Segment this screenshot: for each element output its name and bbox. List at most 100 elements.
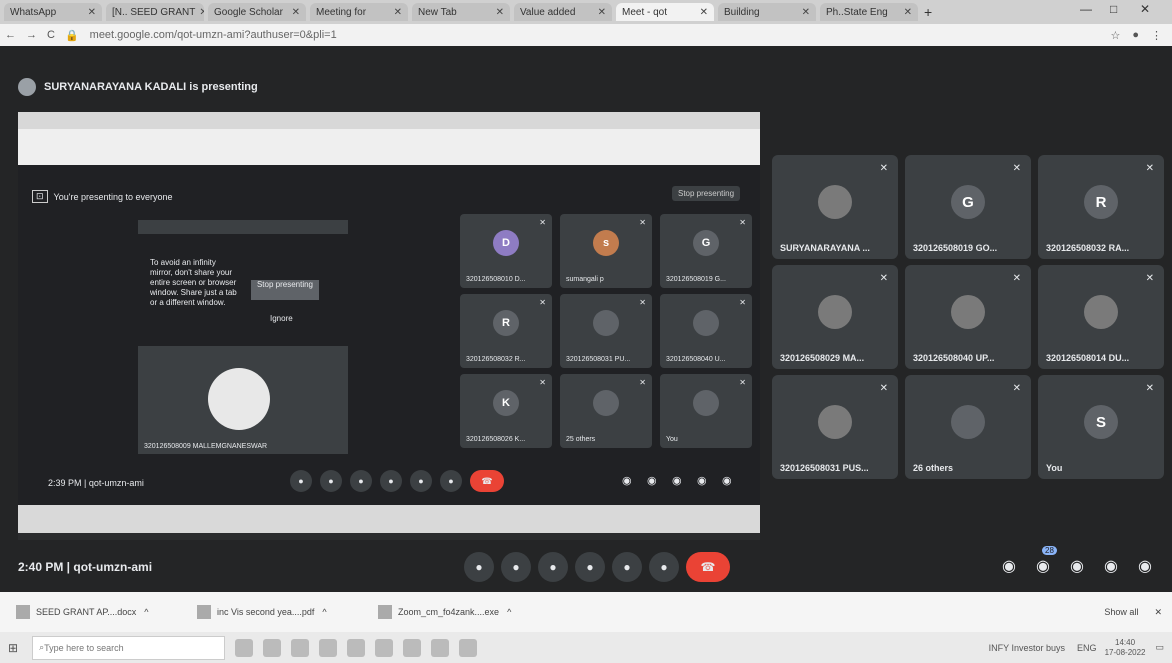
star-icon[interactable]: ☆ — [1110, 29, 1120, 42]
close-tab-icon[interactable]: ✕ — [696, 7, 708, 18]
close-tab-icon[interactable]: ✕ — [594, 7, 606, 18]
close-tab-icon[interactable]: ✕ — [84, 7, 96, 18]
captions-icon[interactable]: ● — [538, 552, 568, 582]
close-icon[interactable]: ✕ — [1154, 607, 1162, 618]
app-icon[interactable] — [347, 638, 366, 657]
captions-icon[interactable]: ● — [350, 470, 372, 492]
app-icon[interactable] — [235, 638, 254, 657]
participant-tile[interactable]: 320126508040 U... ✕ — [660, 294, 752, 368]
close-window-button[interactable]: ✕ — [1140, 2, 1150, 16]
news-widget[interactable]: INFY Investor buys — [989, 643, 1065, 653]
chat-icon[interactable]: ◉ — [672, 474, 682, 487]
app-icon[interactable] — [375, 638, 394, 657]
participant-tile[interactable]: R 320126508032 R... ✕ — [460, 294, 552, 368]
activities-icon[interactable]: ◉ — [697, 474, 707, 487]
end-call-icon[interactable]: ☎ — [470, 470, 504, 492]
participant-tile[interactable]: 25 others ✕ — [560, 374, 652, 448]
new-tab-button[interactable]: + — [924, 4, 932, 20]
mic-off-icon[interactable]: ● — [464, 552, 494, 582]
download-item[interactable]: inc Vis second yea....pdf ^ — [197, 605, 362, 619]
mic-off-icon: ✕ — [879, 163, 888, 174]
people-icon[interactable]: ◉ — [647, 474, 657, 487]
clock[interactable]: 14:40 17-08-2022 — [1105, 638, 1146, 658]
forward-icon[interactable]: → — [26, 29, 37, 41]
ignore-button[interactable]: Ignore — [270, 314, 293, 323]
reload-icon[interactable]: C — [47, 29, 55, 41]
participant-tile[interactable]: S You ✕ — [1038, 375, 1164, 479]
camera-icon[interactable]: ● — [320, 470, 342, 492]
hand-icon[interactable]: ● — [380, 470, 402, 492]
close-tab-icon[interactable]: ✕ — [492, 7, 504, 18]
participant-tile[interactable]: G 320126508019 G... ✕ — [660, 214, 752, 288]
download-item[interactable]: SEED GRANT AP....docx ^ — [16, 605, 181, 619]
browser-tab[interactable]: Value added ✕ — [514, 3, 612, 21]
chevron-up-icon[interactable]: ^ — [144, 607, 148, 617]
browser-tab[interactable]: Ph..State Eng ✕ — [820, 3, 918, 21]
participant-tile[interactable]: R 320126508032 RA... ✕ — [1038, 155, 1164, 259]
hand-icon[interactable]: ● — [575, 552, 605, 582]
minimize-button[interactable]: — — [1080, 2, 1092, 16]
app-icon[interactable] — [291, 638, 310, 657]
close-tab-icon[interactable]: ✕ — [798, 7, 810, 18]
info-icon[interactable]: ◉ — [1002, 556, 1016, 576]
app-icon[interactable] — [459, 638, 478, 657]
chevron-up-icon[interactable]: ^ — [322, 607, 326, 617]
more-icon[interactable]: ● — [649, 552, 679, 582]
avatar: K — [493, 390, 519, 416]
browser-tab[interactable]: Meeting for ✕ — [310, 3, 408, 21]
show-all-link[interactable]: Show all — [1104, 607, 1138, 617]
browser-tab[interactable]: WhatsApp ✕ — [4, 3, 102, 21]
stop-presenting-button[interactable]: Stop presenting — [672, 186, 741, 201]
present-icon[interactable]: ● — [612, 552, 642, 582]
notification-icon[interactable]: ▭ — [1155, 642, 1164, 653]
more-icon[interactable]: ● — [440, 470, 462, 492]
info-icon[interactable]: ◉ — [622, 474, 632, 487]
close-tab-icon[interactable]: ✕ — [900, 7, 912, 18]
windows-start-icon[interactable]: ⊞ — [8, 641, 18, 655]
participant-tile[interactable]: D 320126508010 D... ✕ — [460, 214, 552, 288]
participant-tile[interactable]: K 320126508026 K... ✕ — [460, 374, 552, 448]
participant-tile[interactable]: 320126508040 UP... ✕ — [905, 265, 1031, 369]
language-indicator[interactable]: ENG — [1077, 643, 1097, 653]
pinned-tile[interactable]: 320126508009 MALLEMGNANESWAR — [138, 346, 348, 454]
browser-tab[interactable]: [N.. SEED GRANT ✕ — [106, 3, 204, 21]
camera-off-icon[interactable]: ● — [501, 552, 531, 582]
end-call-icon[interactable]: ☎ — [686, 552, 730, 582]
app-icon[interactable] — [263, 638, 282, 657]
chat-icon[interactable]: ◉ — [1070, 556, 1084, 576]
back-icon[interactable]: ← — [5, 29, 16, 41]
participant-tile[interactable]: s sumangali p ✕ — [560, 214, 652, 288]
app-icon[interactable] — [319, 638, 338, 657]
app-icon[interactable] — [431, 638, 450, 657]
browser-tab[interactable]: Google Scholar ✕ — [208, 3, 306, 21]
close-tab-icon[interactable]: ✕ — [195, 7, 204, 18]
participant-tile[interactable]: 320126508031 PU... ✕ — [560, 294, 652, 368]
participant-tile[interactable]: 320126508031 PUS... ✕ — [772, 375, 898, 479]
stop-presenting-button-2[interactable]: Stop presenting — [251, 280, 319, 300]
participant-tile[interactable]: G 320126508019 GO... ✕ — [905, 155, 1031, 259]
present-icon[interactable]: ● — [410, 470, 432, 492]
browser-tab[interactable]: Meet - qot ✕ — [616, 3, 714, 21]
activities-icon[interactable]: ◉ — [1104, 556, 1118, 576]
menu-dots-icon[interactable]: ⋮ — [1151, 29, 1162, 42]
participant-tile[interactable]: SURYANARAYANA ... ✕ — [772, 155, 898, 259]
app-icon[interactable] — [403, 638, 422, 657]
participant-tile[interactable]: 320126508029 MA... ✕ — [772, 265, 898, 369]
profile-icon[interactable]: ● — [1132, 29, 1139, 41]
taskbar-search[interactable]: ⌕ Type here to search — [32, 635, 226, 660]
url-field[interactable]: meet.google.com/qot-umzn-ami?authuser=0&… — [90, 29, 690, 41]
maximize-button[interactable]: □ — [1110, 2, 1117, 16]
participant-tile[interactable]: 26 others ✕ — [905, 375, 1031, 479]
participant-tile[interactable]: 320126508014 DU... ✕ — [1038, 265, 1164, 369]
people-icon[interactable]: ◉ — [1036, 556, 1050, 576]
participant-tile[interactable]: You ✕ — [660, 374, 752, 448]
browser-tab[interactable]: Building ✕ — [718, 3, 816, 21]
mic-icon[interactable]: ● — [290, 470, 312, 492]
host-controls-icon[interactable]: ◉ — [1138, 556, 1152, 576]
close-tab-icon[interactable]: ✕ — [390, 7, 402, 18]
browser-tab[interactable]: New Tab ✕ — [412, 3, 510, 21]
host-controls-icon[interactable]: ◉ — [722, 474, 732, 487]
close-tab-icon[interactable]: ✕ — [288, 7, 300, 18]
chevron-up-icon[interactable]: ^ — [507, 607, 511, 617]
download-item[interactable]: Zoom_cm_fo4zank....exe ^ — [378, 605, 543, 619]
